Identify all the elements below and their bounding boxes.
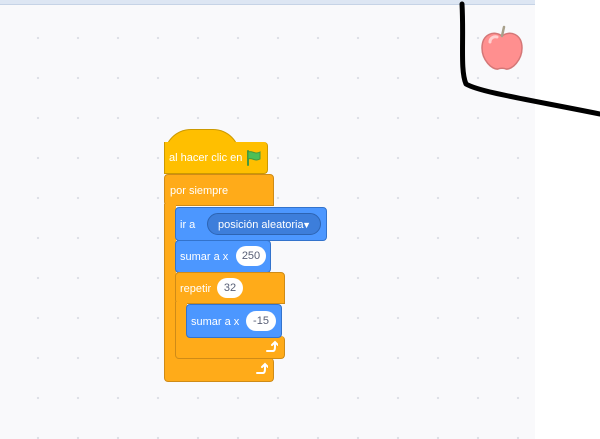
- chevron-down-icon: ▼: [302, 220, 311, 230]
- green-flag-icon: [247, 150, 261, 166]
- go-to-label: ir a: [180, 219, 196, 231]
- go-to-target-dropdown[interactable]: posición aleatoria ▼: [207, 213, 321, 235]
- change-x-inner-value-input[interactable]: -15: [246, 311, 276, 331]
- change-x-inner-label: sumar a x: [191, 316, 240, 328]
- loop-arrow-icon: [256, 362, 268, 374]
- workspace-top-border: [0, 0, 535, 5]
- apple-icon[interactable]: [476, 22, 528, 74]
- repeat-label: repetir: [180, 283, 212, 295]
- change-x-value-input[interactable]: 250: [236, 246, 266, 266]
- repeat-count-input[interactable]: 32: [217, 278, 243, 298]
- change-x-label: sumar a x: [180, 251, 229, 263]
- forever-label: por siempre: [170, 185, 229, 197]
- go-to-target-value: posición aleatoria: [218, 219, 304, 231]
- stage[interactable]: [535, 0, 600, 439]
- loop-arrow-icon: [266, 340, 278, 352]
- when-flag-clicked-label: al hacer clic en: [169, 152, 243, 164]
